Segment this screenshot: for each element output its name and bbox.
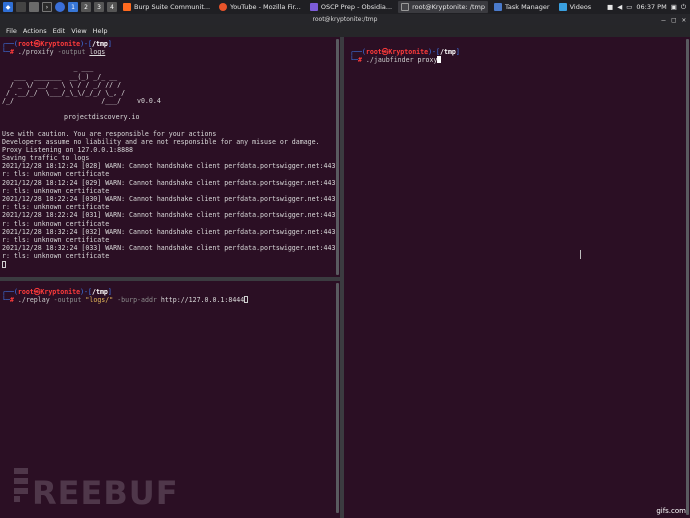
watermark-logo-icon [14, 468, 28, 502]
kali-menu-icon[interactable]: ◆ [3, 2, 13, 12]
log-line: 2021/12/28 18:12:24 [028] WARN: Cannot h… [2, 162, 340, 171]
terminal-pane-jaubfinder[interactable]: ┌──(root㉿Kryptonite)-[/tmp] └─# ./jaubfi… [344, 37, 690, 518]
task-task-manager[interactable]: Task Manager [491, 1, 553, 13]
minimize-icon[interactable]: — [661, 16, 665, 24]
log-line: 2021/12/28 18:32:24 [033] WARN: Cannot h… [2, 244, 340, 253]
task-label: root@Kryptonite: /tmp [412, 3, 485, 11]
browser-launcher-icon[interactable] [55, 2, 65, 12]
proxify-ascii-banner: _ ___ ___ _______ __(_) _/_ __ / _ \/ __… [2, 64, 161, 106]
task-label: Task Manager [504, 3, 550, 11]
log-line: r: tls: unknown certificate [2, 219, 110, 228]
command-line: └─# ./replay -output "logs/" -burp-addr … [0, 296, 340, 304]
terminal-icon [401, 3, 410, 11]
log-line: 2021/12/28 18:22:24 [031] WARN: Cannot h… [2, 211, 340, 220]
power-icon[interactable]: ⏻ [681, 3, 686, 12]
lock-icon[interactable]: ▣ [671, 3, 677, 11]
log-line: r: tls: unknown certificate [2, 203, 110, 212]
log-line: 2021/12/28 18:12:24 [029] WARN: Cannot h… [2, 178, 340, 187]
volume-icon[interactable]: ◀ [617, 3, 622, 11]
notifications-icon[interactable]: ■ [607, 3, 613, 11]
task-manager-icon [493, 3, 502, 11]
menu-file[interactable]: File [6, 27, 17, 35]
task-firefox[interactable]: YouTube - Mozilla Fir... [216, 1, 304, 13]
scrollbar[interactable] [686, 39, 689, 515]
task-terminal[interactable]: root@Kryptonite: /tmp [398, 1, 488, 13]
system-tray: ■ ◀ ▭ 06:37 PM ▣ ⏻ [603, 3, 690, 12]
terminal-cursor [2, 260, 6, 268]
window-title: root@kryptonite:/tmp [0, 14, 690, 25]
terminal-pane-proxify[interactable]: ┌──(root㉿Kryptonite)-[/tmp] └─# ./proxif… [0, 37, 340, 277]
show-desktop-icon[interactable] [16, 2, 26, 12]
taskbar: ◆ › 1 2 3 4 Burp Suite Communit... YouTu… [0, 0, 690, 14]
clock[interactable]: 06:37 PM [636, 3, 666, 11]
task-burp-suite[interactable]: Burp Suite Communit... [120, 1, 213, 13]
site-text: projectdiscovery.io [64, 113, 140, 122]
workspace-3-icon[interactable]: 3 [94, 2, 104, 12]
firefox-icon [219, 3, 228, 11]
folder-icon [558, 3, 567, 11]
task-label: YouTube - Mozilla Fir... [230, 3, 301, 11]
notice-block: Use with caution. You are responsible fo… [2, 129, 320, 163]
maximize-icon[interactable]: □ [672, 16, 676, 24]
task-obsidian[interactable]: OSCP Prep - Obsidia... [307, 1, 395, 13]
menu-help[interactable]: Help [93, 27, 108, 35]
freebuf-watermark: REEBUF [12, 462, 212, 512]
log-line: 2021/12/28 18:22:24 [030] WARN: Cannot h… [2, 195, 340, 203]
terminal-cursor [437, 56, 442, 64]
obsidian-icon [309, 3, 318, 11]
mouse-ibeam-cursor [578, 250, 582, 259]
cursor-line [2, 260, 340, 269]
log-line: r: tls: unknown certificate [2, 252, 110, 261]
menubar: File Actions Edit View Help [0, 25, 690, 37]
task-label: Burp Suite Communit... [134, 3, 211, 11]
task-label: OSCP Prep - Obsidia... [320, 3, 393, 11]
gifs-badge: gifs.com [656, 507, 686, 515]
file-manager-icon[interactable] [29, 2, 39, 12]
task-videos[interactable]: Videos [556, 1, 595, 13]
log-line: r: tls: unknown certificate [2, 186, 110, 195]
log-line: r: tls: unknown certificate [2, 235, 110, 244]
workspace-4-icon[interactable]: 4 [107, 2, 117, 12]
close-icon[interactable]: ✕ [682, 16, 686, 24]
prompt-line: ┌──(root㉿Kryptonite)-[/tmp] [2, 40, 112, 48]
workspace-2-icon[interactable]: 2 [81, 2, 91, 12]
log-output: 2021/12/28 18:12:24 [028] WARN: Cannot h… [0, 162, 340, 268]
prompt-line: ┌──(root㉿Kryptonite)-[/tmp] [350, 48, 460, 56]
command-line: └─# ./jaubfinder proxy [344, 56, 690, 64]
menu-view[interactable]: View [71, 27, 86, 35]
battery-icon[interactable]: ▭ [626, 3, 632, 11]
log-line: r: tls: unknown certificate [2, 170, 110, 179]
watermark-text: REEBUF [32, 474, 179, 512]
menu-edit[interactable]: Edit [53, 27, 66, 35]
scrollbar[interactable] [336, 283, 339, 513]
terminal-launcher-icon[interactable]: › [42, 2, 52, 12]
log-line: 2021/12/28 18:32:24 [032] WARN: Cannot h… [2, 227, 340, 236]
menu-actions[interactable]: Actions [23, 27, 47, 35]
terminal-cursor [244, 296, 249, 304]
task-label: Videos [569, 3, 592, 11]
prompt-line: ┌──(root㉿Kryptonite)-[/tmp] [2, 288, 112, 296]
scrollbar[interactable] [336, 39, 339, 275]
command-line: └─# ./proxify -output logs [2, 48, 106, 57]
window-controls: — □ ✕ [661, 14, 686, 25]
burp-icon [123, 3, 131, 11]
workspace-1-icon[interactable]: 1 [68, 2, 78, 12]
